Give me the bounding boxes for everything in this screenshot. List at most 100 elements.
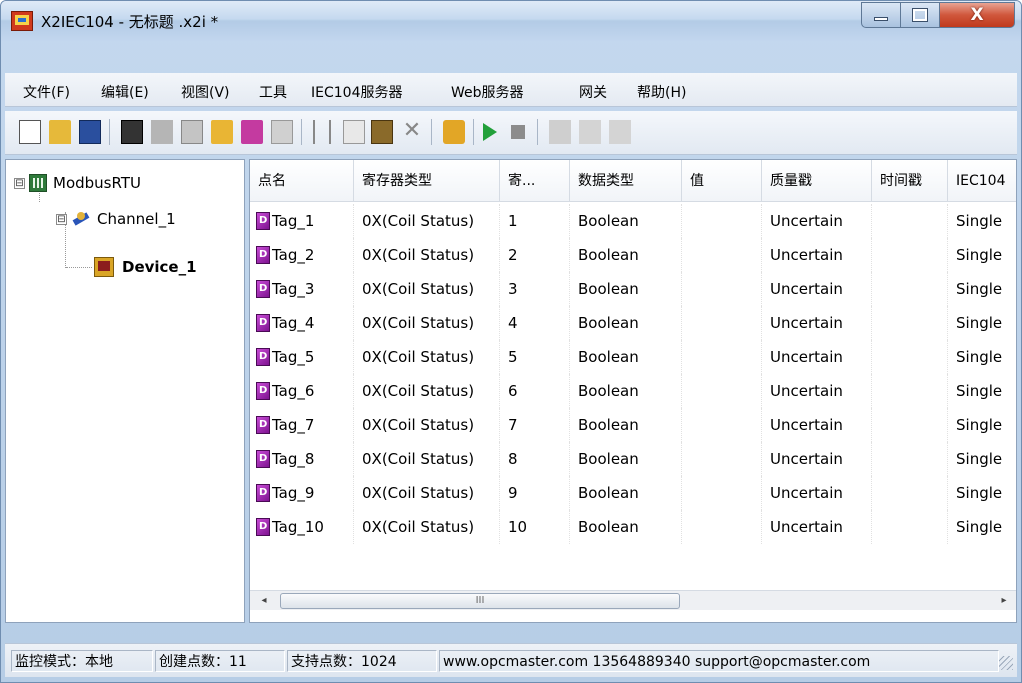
copy-icon[interactable] — [343, 120, 365, 144]
tree-node-device[interactable]: Device_1 — [94, 254, 197, 280]
cell-quality: Uncertain — [762, 476, 872, 510]
cell-name-text: Tag_2 — [272, 246, 315, 264]
run-icon[interactable] — [483, 123, 497, 141]
table-row[interactable]: Tag_10 0X(Coil Status) 10 Boolean Uncertain S… — [250, 510, 1016, 544]
scroll-left-icon[interactable]: ◂ — [256, 593, 272, 609]
cell-iec104-text: Single — [956, 382, 1003, 400]
collapse-icon[interactable]: ⊟ — [14, 177, 25, 189]
maximize-button[interactable] — [900, 2, 940, 28]
menu-help[interactable]: 帮助(H) — [637, 82, 686, 102]
maximize-icon — [912, 8, 928, 22]
cell-name-text: Tag_8 — [272, 450, 315, 468]
table-row[interactable]: Tag_9 0X(Coil Status) 9 Boolean Uncertain Sin… — [250, 476, 1016, 510]
cell-data-type: Boolean — [570, 476, 682, 510]
stop-icon[interactable] — [511, 125, 525, 139]
tree-node-channel[interactable]: ⊟ Channel_1 — [56, 206, 176, 232]
cell-iec104-text: Single — [956, 416, 1003, 434]
cell-data-type-text: Boolean — [578, 212, 639, 230]
load-icon[interactable] — [579, 120, 601, 144]
cut-icon[interactable] — [313, 120, 331, 144]
cell-address: 5 — [500, 340, 570, 374]
minimize-button[interactable] — [861, 2, 901, 28]
cell-iec104-text: Single — [956, 280, 1003, 298]
cell-name: Tag_6 — [250, 374, 354, 408]
modbus-rtu-icon — [29, 174, 47, 192]
tree-node-modbusrtu[interactable]: ⊟ ModbusRTU — [14, 170, 141, 196]
column-header-timestamp[interactable]: 时间戳 — [872, 160, 948, 202]
cell-value — [682, 238, 762, 272]
tree-node-label: Channel_1 — [97, 210, 176, 228]
table-row[interactable]: Tag_2 0X(Coil Status) 2 Boolean Uncertain Sin… — [250, 238, 1016, 272]
resize-grip-icon[interactable] — [999, 656, 1013, 670]
cell-quality-text: Uncertain — [770, 416, 843, 434]
tag-table: 点名 寄存器类型 寄... 数据类型 值 质量戳 时间戳 IEC104 Tag_… — [249, 159, 1017, 623]
cell-address: 4 — [500, 306, 570, 340]
tag-icon — [256, 450, 270, 468]
tag-icon — [256, 212, 270, 230]
menu-web-server[interactable]: Web服务器 — [451, 82, 524, 102]
cell-iec104-text: Single — [956, 450, 1003, 468]
column-header-data-type[interactable]: 数据类型 — [570, 160, 682, 202]
column-header-address[interactable]: 寄... — [500, 160, 570, 202]
delete-icon[interactable]: ✕ — [401, 120, 423, 144]
device-icon — [94, 257, 114, 277]
cell-address-text: 8 — [508, 450, 518, 468]
save-icon[interactable] — [79, 120, 101, 144]
tag-icon — [256, 348, 270, 366]
window-title: X2IEC104 - 无标题 .x2i * — [41, 13, 219, 31]
horizontal-scrollbar[interactable]: ◂ III ▸ — [250, 590, 1016, 610]
paste-icon[interactable] — [371, 120, 393, 144]
up-icon[interactable] — [609, 120, 631, 144]
table-row[interactable]: Tag_1 0X(Coil Status) 1 Boolean Uncertain Sin… — [250, 204, 1016, 238]
table-row[interactable]: Tag_7 0X(Coil Status) 7 Boolean Uncertain Sin… — [250, 408, 1016, 442]
menu-edit[interactable]: 编辑(E) — [101, 82, 149, 102]
clipboard-list-icon[interactable] — [181, 120, 203, 144]
wand-icon[interactable] — [151, 120, 173, 144]
table-row[interactable]: Tag_8 0X(Coil Status) 8 Boolean Uncertain Sin… — [250, 442, 1016, 476]
cell-iec104-text: Single — [956, 518, 1003, 536]
column-header-name[interactable]: 点名 — [250, 160, 354, 202]
menu-iec104-server[interactable]: IEC104服务器 — [311, 82, 402, 102]
add-device-icon[interactable] — [241, 120, 263, 144]
table-row[interactable]: Tag_4 0X(Coil Status) 4 Boolean Uncertain Sin… — [250, 306, 1016, 340]
cell-timestamp — [872, 442, 948, 476]
column-header-value[interactable]: 值 — [682, 160, 762, 202]
cell-quality-text: Uncertain — [770, 518, 843, 536]
title-bar: X2IEC104 - 无标题 .x2i * X — [1, 1, 1021, 41]
cell-name-text: Tag_7 — [272, 416, 315, 434]
cell-iec104: Single — [948, 476, 1016, 510]
cell-timestamp — [872, 272, 948, 306]
scroll-right-icon[interactable]: ▸ — [996, 593, 1012, 609]
table-row[interactable]: Tag_5 0X(Coil Status) 5 Boolean Uncertain Sin… — [250, 340, 1016, 374]
cell-quality-text: Uncertain — [770, 314, 843, 332]
add-channel-icon[interactable] — [211, 120, 233, 144]
cell-iec104: Single — [948, 238, 1016, 272]
cell-register-type: 0X(Coil Status) — [354, 510, 500, 544]
table-row[interactable]: Tag_3 0X(Coil Status) 3 Boolean Uncertain Sin… — [250, 272, 1016, 306]
menu-gateway[interactable]: 网关 — [579, 82, 607, 102]
menu-file[interactable]: 文件(F) — [23, 82, 70, 102]
tag-generator-icon[interactable] — [443, 120, 465, 144]
table-row[interactable]: Tag_6 0X(Coil Status) 6 Boolean Uncertain Sin… — [250, 374, 1016, 408]
toolbar-separator — [301, 119, 302, 145]
table-header: 点名 寄存器类型 寄... 数据类型 值 质量戳 时间戳 IEC104 — [250, 160, 1016, 202]
collapse-icon[interactable]: ⊟ — [56, 213, 67, 225]
new-file-icon[interactable] — [19, 120, 41, 144]
cell-data-type: Boolean — [570, 374, 682, 408]
menu-view[interactable]: 视图(V) — [181, 82, 230, 102]
cell-data-type: Boolean — [570, 340, 682, 374]
close-button[interactable]: X — [939, 2, 1015, 28]
calculator-icon[interactable] — [121, 120, 143, 144]
tools-icon[interactable] — [549, 120, 571, 144]
column-header-iec104[interactable]: IEC104 — [948, 160, 1016, 202]
toolbar-separator — [473, 119, 474, 145]
menu-tools[interactable]: 工具 — [259, 82, 287, 102]
tree-node-label: Device_1 — [122, 258, 197, 276]
open-folder-icon[interactable] — [49, 120, 71, 144]
cell-iec104-text: Single — [956, 212, 1003, 230]
scroll-thumb[interactable]: III — [280, 593, 680, 609]
column-header-register-type[interactable]: 寄存器类型 — [354, 160, 500, 202]
column-header-quality[interactable]: 质量戳 — [762, 160, 872, 202]
cell-name: Tag_7 — [250, 408, 354, 442]
properties-icon[interactable] — [271, 120, 293, 144]
